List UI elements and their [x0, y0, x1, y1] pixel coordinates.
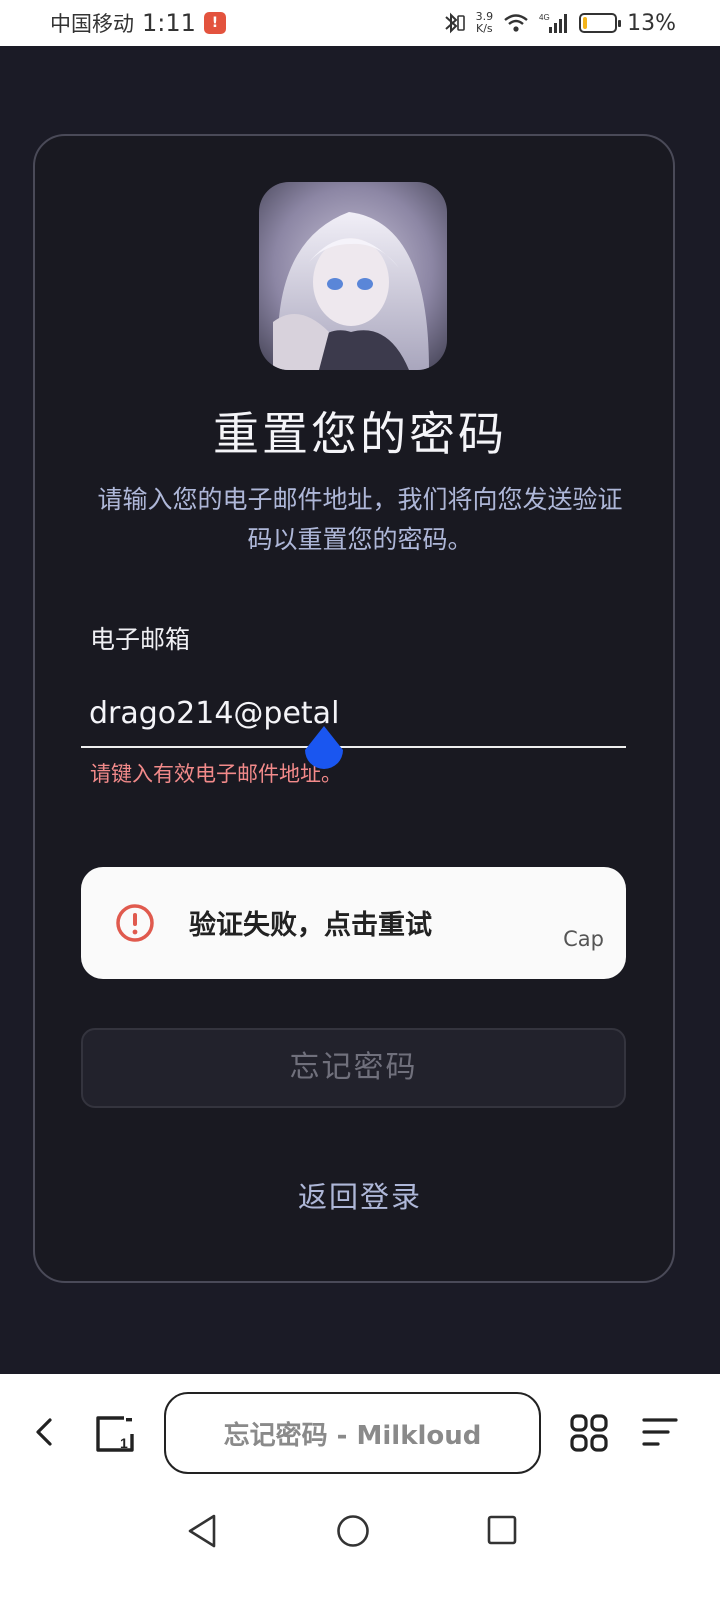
nav-home-icon[interactable] [336, 1514, 370, 1548]
status-right: 3.9 K/s 4G 13% [440, 11, 676, 36]
svg-text:4G: 4G [539, 13, 550, 22]
nav-back-icon[interactable] [186, 1513, 218, 1549]
bluetooth-icon [444, 12, 465, 34]
address-bar-title: 忘记密码 - Milkloud [223, 1420, 482, 1451]
page-title: 重置您的密码 [213, 407, 507, 461]
email-label: 电子邮箱 [90, 625, 191, 654]
status-bar: 中国移动 1:11 ! 3.9 K/s 4G 13% [0, 0, 720, 46]
email-field[interactable] [81, 680, 626, 748]
net-speed-unit: K/s [476, 22, 493, 35]
signal-icon: 4G [539, 13, 568, 33]
status-left: 中国移动 1:11 ! [50, 8, 226, 38]
browser-back-icon[interactable] [30, 1414, 58, 1450]
forgot-password-button[interactable]: 忘记密码 [81, 1028, 626, 1108]
net-speed: 3.9 K/s [476, 11, 494, 35]
browser-toolbar: 1 忘记密码 - Milkloud [0, 1374, 720, 1600]
apps-grid-icon[interactable] [570, 1414, 608, 1452]
back-to-login-link[interactable]: 返回登录 [0, 1174, 720, 1216]
clock: 1:11 [142, 9, 196, 37]
address-bar[interactable]: 忘记密码 - Milkloud [164, 1392, 541, 1474]
svg-text:1: 1 [120, 1435, 128, 1451]
carrier-name: 中国移动 [50, 12, 134, 36]
error-icon [116, 904, 154, 942]
battery-icon [579, 13, 622, 33]
avatar-image [259, 182, 447, 370]
page-subtitle: 请输入您的电子邮件地址，我们将向您发送验证码以重置您的密码。 [97, 485, 623, 554]
wifi-icon [504, 14, 528, 32]
notification-badge-icon: ! [203, 12, 226, 34]
menu-icon[interactable] [642, 1416, 678, 1448]
battery-level [583, 17, 587, 29]
captcha-message: 验证失败，点击重试 [189, 910, 432, 941]
app-avatar [259, 182, 447, 370]
captcha-brand: Cap [563, 927, 604, 951]
battery-percent: 13% [627, 10, 676, 36]
tabs-icon[interactable]: 1 [94, 1414, 136, 1454]
text-cursor-handle-icon[interactable] [303, 726, 345, 772]
nav-recent-apps-icon[interactable] [487, 1515, 517, 1545]
captcha-widget[interactable]: 验证失败，点击重试 Cap [81, 867, 626, 979]
